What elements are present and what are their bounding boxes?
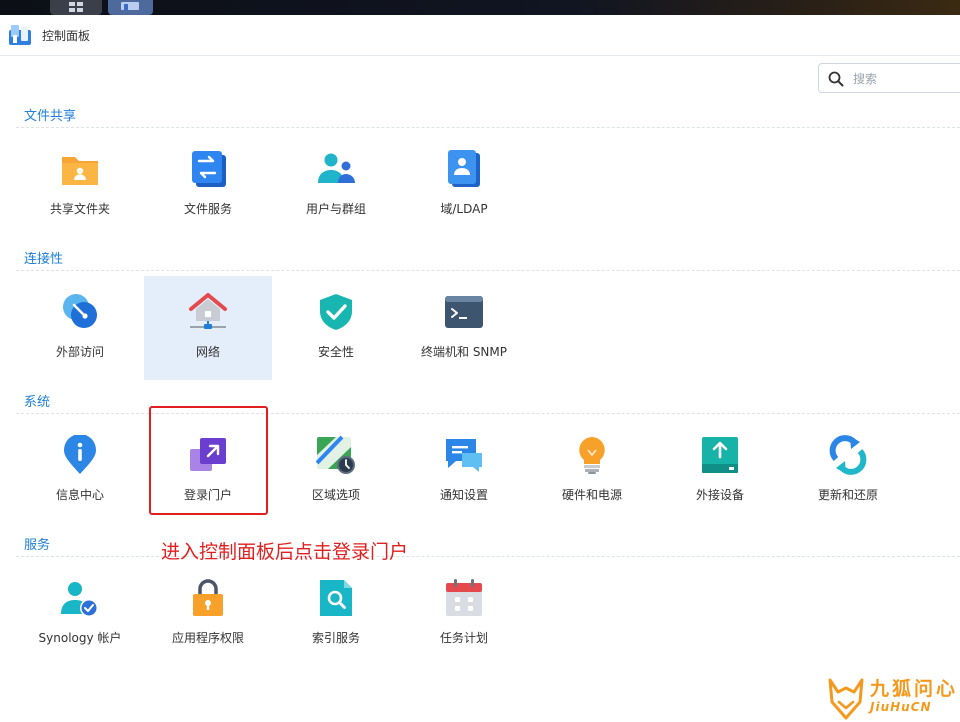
taskbar-control-panel-button[interactable] bbox=[108, 0, 153, 15]
search-input[interactable] bbox=[851, 68, 960, 90]
lock-icon bbox=[193, 579, 223, 616]
tile-file-services[interactable]: 文件服务 bbox=[144, 133, 272, 237]
tile-label: 用户与群组 bbox=[305, 202, 366, 216]
tile-notification-settings[interactable]: 通知设置 bbox=[400, 419, 528, 523]
tile-domain-ldap[interactable]: 域/LDAP bbox=[400, 133, 528, 237]
fox-logo-icon bbox=[828, 678, 864, 720]
window-titlebar: 控制面板 bbox=[0, 15, 960, 56]
tile-label: 终端机和 SNMP bbox=[421, 345, 507, 359]
tile-label: 索引服务 bbox=[311, 631, 360, 645]
tile-label: 硬件和电源 bbox=[561, 488, 622, 502]
network-house-icon bbox=[189, 293, 227, 329]
terminal-icon bbox=[445, 296, 483, 328]
watermark-text-en: JiuHuCN bbox=[870, 700, 932, 714]
tile-synology-account[interactable]: Synology 帐户 bbox=[16, 562, 144, 666]
section-divider bbox=[16, 127, 960, 128]
tile-label: 外接设备 bbox=[695, 488, 744, 502]
tile-external-access[interactable]: 外部访问 bbox=[16, 276, 144, 380]
tile-shared-folder[interactable]: 共享文件夹 bbox=[16, 133, 144, 237]
tile-label: 区域选项 bbox=[311, 488, 360, 502]
tile-label: 外部访问 bbox=[55, 345, 104, 359]
section-divider bbox=[16, 556, 960, 557]
map-clock-icon bbox=[316, 435, 355, 474]
tile-application-privileges[interactable]: 应用程序权限 bbox=[144, 562, 272, 666]
tile-terminal-snmp[interactable]: 终端机和 SNMP bbox=[400, 276, 528, 380]
file-search-icon bbox=[320, 580, 352, 616]
watermark: 九狐问心 JiuHuCN bbox=[826, 672, 960, 722]
shared-folder-icon bbox=[62, 157, 98, 185]
tile-label: 通知设置 bbox=[439, 488, 488, 502]
user-check-icon bbox=[61, 582, 98, 617]
tile-label: 共享文件夹 bbox=[49, 202, 110, 216]
tile-update-restore[interactable]: 更新和还原 bbox=[784, 419, 912, 523]
tile-hardware-power[interactable]: 硬件和电源 bbox=[528, 419, 656, 523]
tile-label: 网络 bbox=[195, 345, 220, 359]
shield-icon bbox=[320, 294, 352, 330]
tile-label: 文件服务 bbox=[183, 202, 232, 216]
lightbulb-icon bbox=[579, 437, 605, 474]
section-title-system: 系统 bbox=[24, 395, 51, 410]
search-icon bbox=[828, 71, 844, 87]
tile-user-group[interactable]: 用户与群组 bbox=[272, 133, 400, 237]
tile-label: 安全性 bbox=[317, 345, 354, 359]
section-title-file-sharing: 文件共享 bbox=[24, 109, 77, 124]
desktop-taskbar bbox=[0, 0, 960, 15]
tile-network[interactable]: 网络 bbox=[144, 276, 272, 380]
tile-label: 应用程序权限 bbox=[171, 631, 244, 645]
tile-indexing-service[interactable]: 索引服务 bbox=[272, 562, 400, 666]
info-pin-icon bbox=[64, 435, 96, 474]
tile-label: 任务计划 bbox=[439, 631, 488, 645]
tile-label: 更新和还原 bbox=[817, 488, 878, 502]
section-title-services: 服务 bbox=[24, 538, 51, 553]
annotation-text: 进入控制面板后点击登录门户 bbox=[161, 541, 409, 563]
section-divider bbox=[16, 270, 960, 271]
chat-bubble-icon bbox=[446, 439, 482, 472]
window-title: 控制面板 bbox=[42, 29, 91, 43]
tile-info-center[interactable]: 信息中心 bbox=[16, 419, 144, 523]
taskbar-main-menu-button[interactable] bbox=[50, 0, 102, 15]
tile-label: 信息中心 bbox=[55, 488, 104, 502]
control-panel-icon bbox=[9, 25, 31, 45]
watermark-text-cn: 九狐问心 bbox=[870, 678, 959, 700]
tile-label: 域/LDAP bbox=[440, 202, 488, 216]
file-services-icon bbox=[192, 151, 226, 187]
section-title-connectivity: 连接性 bbox=[24, 252, 64, 267]
tile-security[interactable]: 安全性 bbox=[272, 276, 400, 380]
control-panel-icon bbox=[121, 2, 139, 10]
external-device-icon bbox=[702, 437, 738, 473]
user-group-icon bbox=[318, 153, 355, 183]
tile-regional-options[interactable]: 区域选项 bbox=[272, 419, 400, 523]
refresh-icon bbox=[829, 435, 867, 475]
domain-ldap-icon bbox=[448, 150, 480, 187]
annotation-highlight-box bbox=[149, 406, 268, 515]
search-box[interactable] bbox=[818, 63, 960, 93]
tile-external-devices[interactable]: 外接设备 bbox=[656, 419, 784, 523]
tile-task-scheduler[interactable]: 任务计划 bbox=[400, 562, 528, 666]
calendar-icon bbox=[446, 579, 482, 616]
tile-label: Synology 帐户 bbox=[38, 631, 122, 645]
external-access-icon bbox=[63, 294, 97, 328]
grid-icon bbox=[69, 2, 83, 12]
